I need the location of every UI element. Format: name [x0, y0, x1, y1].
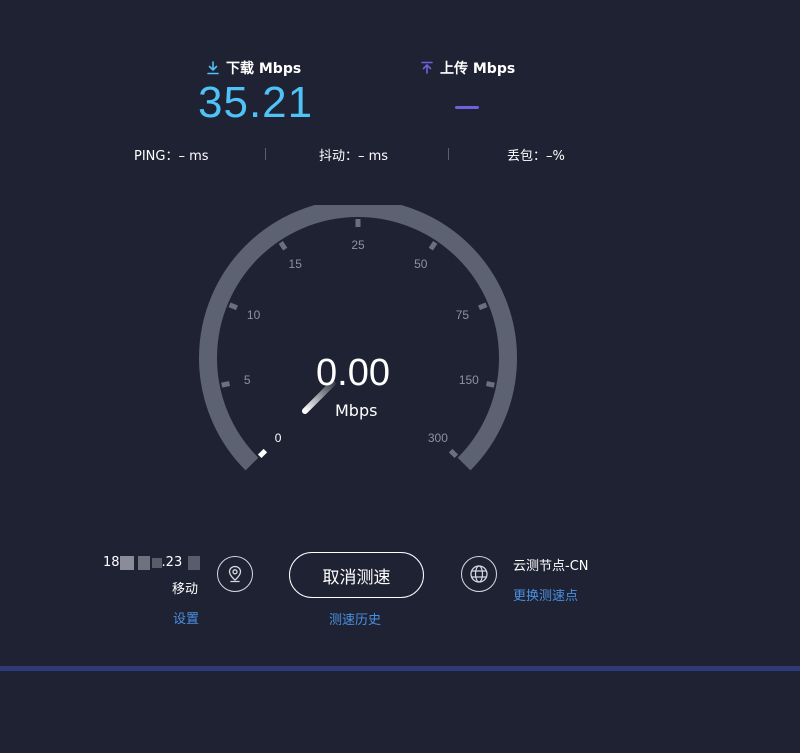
gauge-tick-mark [228, 302, 238, 311]
gauge-tick-label: 10 [247, 308, 261, 322]
upload-label-text: 上传 Mbps [440, 61, 516, 77]
gauge-tick-mark [278, 241, 288, 251]
test-history-link[interactable]: 测速历史 [329, 609, 381, 628]
current-speed-unit: Mbps [335, 401, 378, 420]
download-label: 下载 Mbps [206, 58, 301, 78]
gauge-tick-mark [485, 381, 495, 388]
settings-link[interactable]: 设置 [173, 608, 199, 627]
gauge-tick-label: 0 [275, 431, 282, 445]
gauge-tick-label: 300 [428, 431, 448, 445]
location-pin-icon [217, 556, 253, 592]
globe-icon [461, 556, 497, 592]
gauge-tick-mark [478, 302, 488, 311]
ip-prefix: 18 [103, 555, 120, 570]
ip-suffix: .23 [161, 555, 183, 570]
download-icon [207, 61, 219, 75]
gauge-tick-mark [221, 381, 231, 388]
jitter-stat: 抖动：– ms [319, 149, 389, 164]
gauge-tick-mark [257, 448, 268, 459]
gauge-tick-label: 50 [414, 257, 428, 271]
gauge-tick-label: 25 [351, 238, 365, 252]
gauge-tick-label: 150 [459, 373, 479, 387]
ping-stat: PING：– ms [134, 149, 209, 164]
loss-stat: 丢包：–% [507, 149, 565, 164]
ip-redaction [188, 555, 201, 570]
ip-redaction [119, 555, 134, 570]
gauge-tick-label: 75 [456, 308, 470, 322]
stat-divider [265, 148, 266, 160]
change-server-link[interactable]: 更换测速点 [513, 585, 578, 604]
ip-redaction [137, 555, 150, 570]
gauge-tick-mark [428, 241, 438, 251]
current-speed-value: 0.00 [316, 352, 390, 394]
download-label-text: 下载 Mbps [226, 61, 302, 77]
gauge-tick-label: 15 [289, 257, 303, 271]
ip-redaction [151, 557, 162, 568]
upload-value-placeholder [455, 106, 479, 109]
carrier-name: 移动 [172, 582, 199, 597]
cancel-test-button[interactable]: 取消测速 [289, 552, 424, 598]
client-ip: 18 .23 [103, 555, 201, 570]
gauge-tick-label: 5 [244, 373, 251, 387]
server-node-name: 云测节点-CN [513, 559, 589, 574]
upload-icon [421, 61, 433, 74]
download-value: 35.21 [198, 78, 314, 127]
upload-label: 上传 Mbps [420, 58, 515, 78]
bottom-divider-bar [0, 666, 800, 671]
stat-divider [448, 148, 449, 160]
gauge-tick-mark [448, 448, 459, 459]
